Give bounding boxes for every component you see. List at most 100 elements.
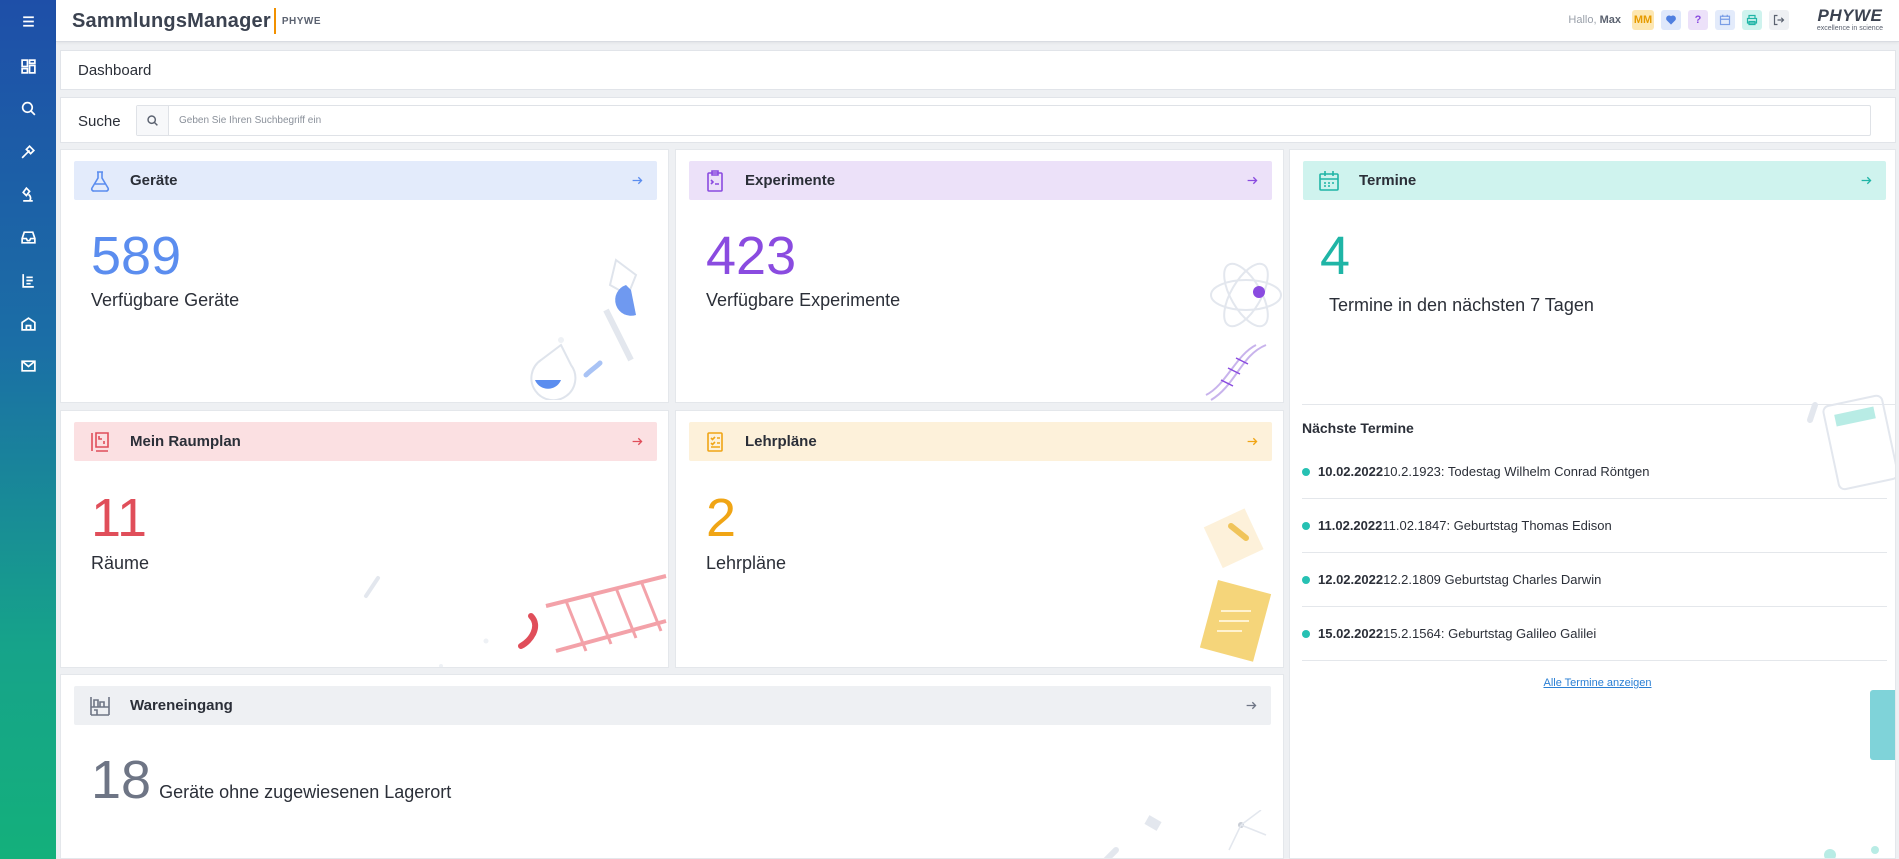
brand-logo[interactable]: SammlungsManager PHYWE: [72, 8, 321, 34]
logout-button[interactable]: [1769, 10, 1789, 30]
clipboard-experiment-icon: [707, 169, 723, 192]
menu-toggle-button[interactable]: [14, 7, 42, 35]
card-experimente: Experimente 423 Verfügbare Experimente: [675, 149, 1284, 403]
avatar[interactable]: MM: [1632, 10, 1654, 30]
calendar-icon: [1719, 14, 1731, 26]
user-toolbar: Hallo, Max MM ?: [1568, 10, 1789, 30]
brand-suffix: PHYWE: [281, 15, 321, 27]
print-button[interactable]: [1742, 10, 1762, 30]
favorites-button[interactable]: [1661, 10, 1681, 30]
card-wareneingang: Wareneingang 18 Geräte ohne zugewiesenen…: [60, 674, 1284, 859]
wareneingang-count: 18: [91, 750, 152, 810]
termin-text: 12.2.1809 Geburtstag Charles Darwin: [1383, 572, 1602, 587]
termin-bullet: [1302, 575, 1310, 584]
card-geraete-title: Geräte: [130, 172, 178, 189]
termin-text: 15.2.1564: Geburtstag Galileo Galilei: [1383, 626, 1597, 641]
card-lehrplaene-title: Lehrpläne: [745, 433, 817, 450]
card-wareneingang-title: Wareneingang: [130, 697, 233, 714]
floorplan-icon: [91, 431, 109, 452]
microscope-icon: [21, 186, 33, 202]
search-icon: [147, 115, 158, 126]
user-name: Max: [1599, 14, 1621, 26]
termin-text: 10.2.1923: Todestag Wilhelm Conrad Röntg…: [1383, 464, 1650, 479]
card-experimente-header[interactable]: Experimente: [689, 161, 1272, 200]
building-icon: [20, 316, 36, 331]
termin-item[interactable]: 15.02.2022 15.2.1564: Geburtstag Galileo…: [1302, 607, 1887, 661]
sidebar-item-experimente[interactable]: [14, 180, 42, 208]
wareneingang-subtitle: Geräte ohne zugewiesenen Lagerort: [159, 782, 452, 802]
sidebar-item-lager[interactable]: [14, 223, 42, 251]
card-termine-title: Termine: [1359, 172, 1417, 189]
calendar-icon: [1319, 170, 1339, 191]
page-title: Dashboard: [78, 62, 152, 79]
termin-date: 10.02.2022: [1318, 464, 1384, 479]
geraete-subtitle: Verfügbare Geräte: [91, 290, 240, 310]
heart-icon: [1666, 15, 1676, 25]
arrow-right-icon: [1246, 701, 1256, 710]
experimente-count: 423: [706, 226, 797, 286]
all-termine-link[interactable]: Alle Termine anzeigen: [1290, 677, 1895, 689]
page-title-bar: Dashboard: [60, 50, 1896, 90]
next-termine-title: Nächste Termine: [1302, 420, 1414, 436]
search-label: Suche: [78, 113, 121, 130]
lab-glassware-illustration: [530, 258, 638, 400]
termine-count: 4: [1320, 226, 1351, 286]
lehrplaene-count: 2: [706, 488, 737, 548]
phywe-logo-text: PHYWE: [1817, 6, 1883, 25]
arrow-right-icon: [1247, 176, 1257, 185]
search-input[interactable]: [169, 106, 1870, 135]
sidebar-item-nachrichten[interactable]: [14, 351, 42, 379]
termin-item[interactable]: 11.02.2022 11.02.1847: Geburtstag Thomas…: [1302, 499, 1887, 553]
termin-text: 11.02.1847: Geburtstag Thomas Edison: [1382, 518, 1612, 533]
termin-item[interactable]: 10.02.2022 10.2.1923: Todestag Wilhelm C…: [1302, 445, 1887, 499]
termine-divider: [1302, 404, 1895, 405]
termin-date: 15.02.2022: [1318, 626, 1384, 641]
greeting: Hallo, Max: [1568, 14, 1621, 26]
experimente-subtitle: Verfügbare Experimente: [706, 290, 901, 310]
card-termine: Termine 4 Termine in den nächsten 7 Tage…: [1289, 149, 1896, 859]
sidebar-item-lehrplaene[interactable]: [14, 266, 42, 294]
card-lehrplaene-header[interactable]: Lehrpläne: [689, 422, 1272, 461]
test-tube-rack-illustration: [364, 574, 667, 667]
search-button[interactable]: [137, 106, 169, 135]
help-button[interactable]: ?: [1688, 10, 1708, 30]
card-raumplan-header[interactable]: Mein Raumplan: [74, 422, 657, 461]
termin-bullet: [1302, 629, 1310, 638]
arrow-right-icon: [1247, 437, 1257, 446]
card-wareneingang-header[interactable]: Wareneingang: [74, 686, 1271, 725]
sidebar-item-dashboard[interactable]: [14, 52, 42, 80]
card-lehrplaene: Lehrpläne 2 Lehrpläne: [675, 410, 1284, 668]
search-box: [136, 105, 1871, 136]
geraete-count: 589: [91, 226, 182, 286]
checklist-icon: [707, 431, 723, 452]
search-bar: Suche: [60, 97, 1896, 143]
wareneingang-summary: 18 Geräte ohne zugewiesenen Lagerort: [91, 753, 451, 807]
top-bar: SammlungsManager PHYWE Hallo, Max MM ? P…: [56, 0, 1899, 42]
termin-item[interactable]: 12.02.2022 12.2.1809 Geburtstag Charles …: [1302, 553, 1887, 607]
greeting-text: Hallo,: [1568, 14, 1597, 26]
brand-separator: [273, 8, 276, 34]
flask-icon: [90, 170, 110, 192]
arrow-right-icon: [1861, 176, 1871, 185]
atom-dna-illustration: [1205, 262, 1282, 401]
sidebar-item-search[interactable]: [14, 94, 42, 122]
sidebar-item-geraete[interactable]: [14, 137, 42, 165]
raumplan-subtitle: Räume: [91, 553, 150, 573]
lehrplaene-subtitle: Lehrpläne: [706, 553, 787, 573]
shelf-boxes-icon: [90, 696, 110, 716]
dashboard-icon: [20, 58, 36, 74]
molecule-illustration: [1103, 810, 1267, 858]
termine-subtitle: Termine in den nächsten 7 Tagen: [1329, 295, 1594, 315]
brand-name: SammlungsManager: [72, 9, 271, 32]
arrow-right-icon: [632, 176, 642, 185]
printer-icon: [1746, 14, 1758, 26]
search-icon: [21, 101, 35, 115]
sidebar-item-raeume[interactable]: [14, 309, 42, 337]
card-termine-header[interactable]: Termine: [1303, 161, 1886, 200]
phywe-slogan: excellence in science: [1816, 25, 1883, 32]
documents-illustration: [1199, 508, 1272, 662]
hamburger-icon: [22, 15, 34, 27]
inbox-icon: [20, 230, 36, 244]
card-geraete-header[interactable]: Geräte: [74, 161, 657, 200]
calendar-button[interactable]: [1715, 10, 1735, 30]
